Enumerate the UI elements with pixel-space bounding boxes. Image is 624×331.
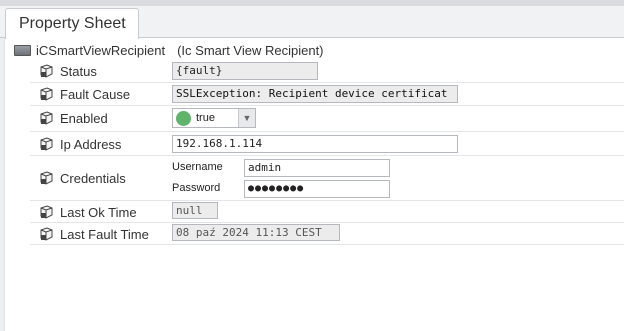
ip-address-input[interactable]: 192.168.1.114 (172, 135, 458, 153)
property-label-fault-cause: Fault Cause (38, 85, 130, 103)
chevron-down-icon[interactable]: ▼ (238, 109, 255, 127)
username-label: Username (172, 161, 223, 173)
tab-property-sheet[interactable]: Property Sheet (5, 8, 139, 39)
username-input[interactable]: admin (244, 159, 390, 177)
enabled-label: Enabled (60, 110, 108, 126)
property-row-status: Status {fault} (30, 60, 624, 83)
enabled-dropdown[interactable]: true ▼ (172, 108, 256, 128)
last-fault-time-label: Last Fault Time (60, 226, 149, 242)
fault-cause-value: SSLException: Recipient device certifica… (172, 85, 458, 103)
property-label-enabled: Enabled (38, 109, 108, 127)
slot-cube-icon (40, 137, 53, 151)
property-label-status: Status (38, 62, 97, 80)
property-row-ip-address: Ip Address 192.168.1.114 (30, 132, 624, 156)
property-row-enabled: Enabled true ▼ (30, 106, 624, 132)
last-ok-time-label: Last Ok Time (60, 204, 137, 220)
slot-cube-icon (40, 205, 53, 219)
fault-cause-label: Fault Cause (60, 86, 131, 102)
credentials-label: Credentials (60, 170, 126, 186)
password-label: Password (172, 182, 221, 194)
property-row-fault-cause: Fault Cause SSLException: Recipient devi… (30, 83, 624, 106)
root-component-type: (Ic Smart View Recipient) (177, 42, 324, 58)
enabled-value: true (196, 112, 215, 124)
password-input[interactable]: ●●●●●●●● (244, 180, 390, 198)
left-edge (0, 38, 5, 331)
root-component-name: iCSmartViewRecipient (36, 42, 166, 58)
status-label: Status (60, 63, 97, 79)
last-fault-time-value: 08 paź 2024 11:13 CEST (172, 224, 340, 241)
root-component-row[interactable]: iCSmartViewRecipient (Ic Smart View Reci… (14, 41, 324, 59)
ip-address-label: Ip Address (60, 136, 122, 152)
property-label-credentials: Credentials (38, 169, 126, 187)
property-row-credentials: Credentials Username admin Password ●●●●… (30, 156, 624, 201)
property-label-ip-address: Ip Address (38, 135, 121, 153)
slot-cube-icon (40, 87, 53, 101)
slot-cube-icon (40, 227, 53, 241)
tab-bar: Property Sheet (0, 6, 624, 39)
last-ok-time-value: null (172, 202, 218, 219)
slot-cube-icon (40, 111, 53, 125)
status-ok-icon (176, 110, 191, 126)
slot-cube-icon (40, 171, 53, 185)
property-row-last-ok-time: Last Ok Time null (30, 201, 624, 223)
component-icon (14, 44, 31, 56)
property-label-last-fault-time: Last Fault Time (38, 225, 149, 243)
status-value: {fault} (172, 62, 318, 80)
property-row-last-fault-time: Last Fault Time 08 paź 2024 11:13 CEST (30, 223, 624, 245)
property-label-last-ok-time: Last Ok Time (38, 203, 137, 221)
slot-cube-icon (40, 64, 53, 78)
